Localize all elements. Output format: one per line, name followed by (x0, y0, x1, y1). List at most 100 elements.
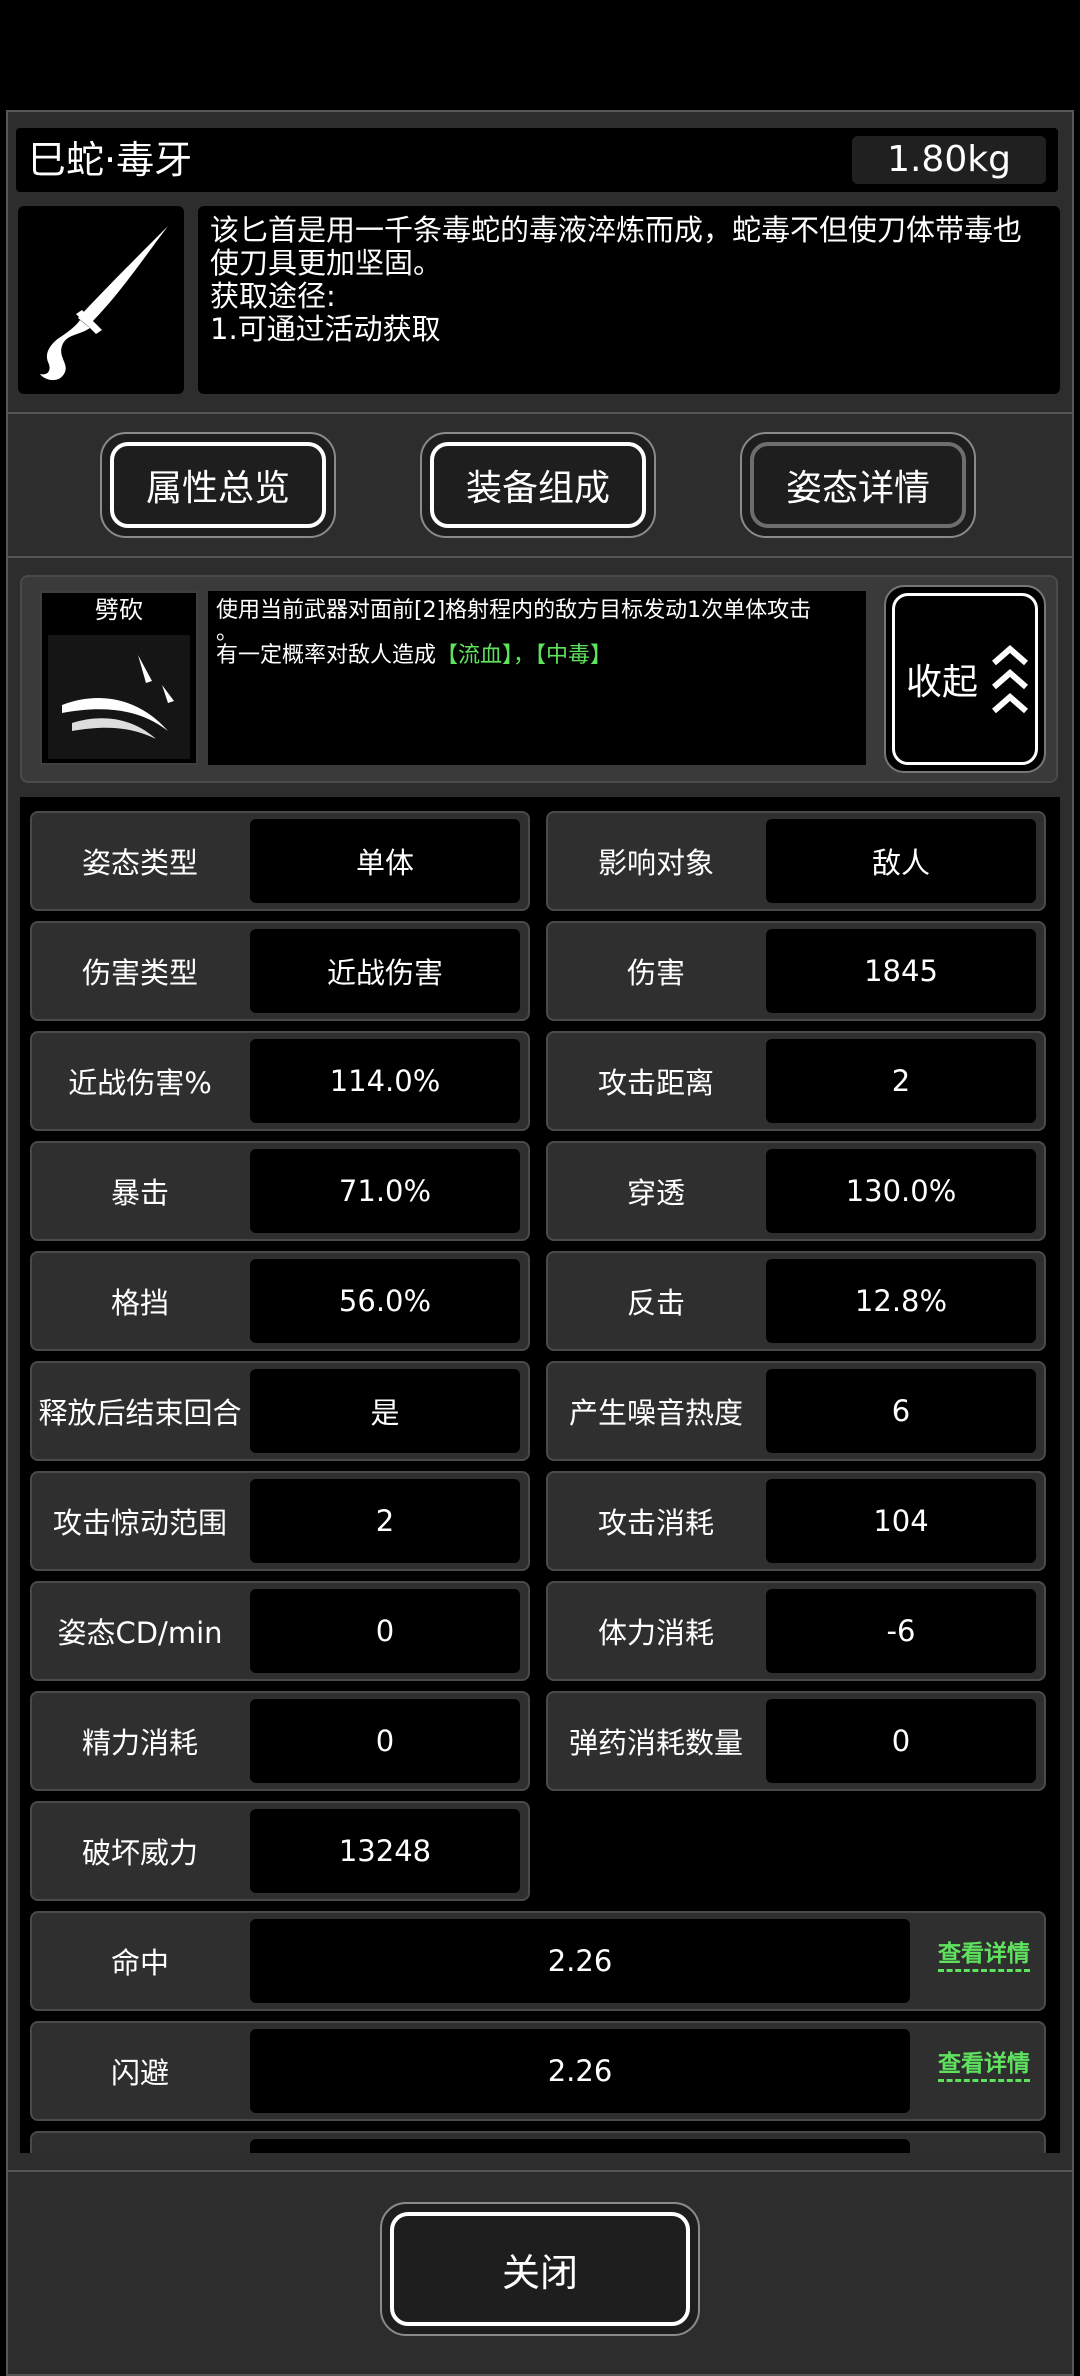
stat-label: 攻击惊动范围 (52, 1506, 227, 1540)
item-description-box: 该匕首是用一千条毒蛇的毒液淬炼而成，蛇毒不但使刀体带毒也使刀具更加坚固。 获取途… (198, 206, 1060, 394)
stat-label: 攻击消耗 (597, 1506, 714, 1540)
stat-value (250, 2139, 910, 2153)
stat-value: 2.26 (250, 1919, 910, 2003)
stat-value: 2 (250, 1479, 520, 1563)
tab-label: 姿态详情 (785, 468, 930, 509)
stat-cell: 破坏威力 13248 (30, 1801, 530, 1901)
stat-label: 精力消耗 (81, 1726, 198, 1760)
stat-label: 姿态类型 (81, 846, 198, 880)
stat-label: 产生噪音热度 (568, 1396, 743, 1430)
stat-label: 反击 (626, 1286, 685, 1320)
stat-value: 114.0% (250, 1039, 520, 1123)
divider (6, 412, 1074, 414)
dagger-icon (18, 206, 184, 394)
collapse-button[interactable]: 收起 (884, 585, 1046, 773)
chevron-up-icon (992, 645, 1028, 714)
view-details-link[interactable]: 查看详情 (938, 1939, 1030, 1972)
stat-value: 12.8% (766, 1259, 1036, 1343)
stat-label: 格挡 (110, 1286, 169, 1320)
stat-label: 影响对象 (597, 846, 714, 880)
stat-label: 闪避 (110, 2056, 169, 2090)
stat-value: 0 (250, 1699, 520, 1783)
stat-cell: 产生噪音热度 6 (546, 1361, 1046, 1461)
skill-desc-text: 有一定概率对敌人造成 (216, 643, 437, 668)
tab-stance-details[interactable]: 姿态详情 (740, 432, 976, 538)
item-description: 该匕首是用一千条毒蛇的毒液淬炼而成，蛇毒不但使刀体带毒也使刀具更加坚固。 (210, 213, 1023, 280)
stat-cell: 姿态CD/min 0 (30, 1581, 530, 1681)
stat-cell: 伤害类型 近战伤害 (30, 921, 530, 1021)
skill-name: 劈砍 (95, 596, 143, 624)
stat-value: 是 (250, 1369, 520, 1453)
stat-label: 体力消耗 (597, 1616, 714, 1650)
tab-label: 属性总览 (145, 468, 290, 509)
stat-cell: 精力消耗 0 (30, 1691, 530, 1791)
close-label: 关闭 (501, 2250, 578, 2295)
stat-value: 6 (766, 1369, 1036, 1453)
skill-card[interactable]: 劈砍 (40, 591, 198, 765)
stat-cell: 释放后结束回合是 (30, 1361, 530, 1461)
close-button[interactable]: 关闭 (380, 2202, 700, 2336)
stat-label: 暴击 (110, 1176, 169, 1210)
stat-cell: 姿态类型 单体 (30, 811, 530, 911)
skill-row: 劈砍 使用当前武器对面前[2]格射程内的敌方目标发动1次单体攻击 。 有一定概率… (20, 575, 1058, 783)
stat-cell: 暴击 71.0% (30, 1141, 530, 1241)
stat-cell: 攻击消耗 104 (546, 1471, 1046, 1571)
effect-separator: ， (513, 643, 536, 668)
stat-value: 敌人 (766, 819, 1036, 903)
skill-desc-line2: 有一定概率对敌人造成【流血】，【中毒】 (216, 642, 858, 669)
stat-value: -6 (766, 1589, 1036, 1673)
stat-label: 攻击距离 (597, 1066, 714, 1100)
view-details-link[interactable]: 查看详情 (938, 2049, 1030, 2082)
stat-value: 104 (766, 1479, 1036, 1563)
stat-value: 56.0% (250, 1259, 520, 1343)
stat-cell: 反击 12.8% (546, 1251, 1046, 1351)
stat-value: 0 (250, 1589, 520, 1673)
stat-label: 释放后结束回合 (38, 1396, 242, 1430)
stat-value: 2.26 (250, 2029, 910, 2113)
stat-label: 近战伤害% (68, 1066, 212, 1100)
stat-cell: 攻击惊动范围 2 (30, 1471, 530, 1571)
stat-cell: 伤害 1845 (546, 921, 1046, 1021)
stat-value: 1845 (766, 929, 1036, 1013)
stat-label: 弹药消耗数量 (568, 1726, 743, 1760)
stat-cell: 弹药消耗数量 0 (546, 1691, 1046, 1791)
stat-label: 姿态CD/min (57, 1616, 223, 1650)
skill-desc-line1: 使用当前武器对面前[2]格射程内的敌方目标发动1次单体攻击 (216, 598, 812, 623)
divider (6, 2170, 1074, 2172)
stat-label: 伤害类型 (81, 956, 198, 990)
title-bar: 巳蛇·毒牙 1.80kg (16, 128, 1058, 192)
source-line: 1.可通过活动获取 (210, 312, 441, 346)
stat-cell-partial (30, 2131, 1046, 2153)
source-title: 获取途径: (210, 279, 336, 313)
stat-cell-wide: 闪避 2.26 查看详情 (30, 2021, 1046, 2121)
stat-cell-wide: 命中 2.26 查看详情 (30, 1911, 1046, 2011)
stat-value: 71.0% (250, 1149, 520, 1233)
collapse-label: 收起 (906, 662, 979, 703)
stat-label: 破坏威力 (81, 1836, 198, 1870)
tab-attribute-overview[interactable]: 属性总览 (100, 432, 336, 538)
stat-value: 近战伤害 (250, 929, 520, 1013)
stat-value: 0 (766, 1699, 1036, 1783)
stat-cell: 体力消耗 -6 (546, 1581, 1046, 1681)
skill-description: 使用当前武器对面前[2]格射程内的敌方目标发动1次单体攻击 。 有一定概率对敌人… (208, 591, 866, 765)
stat-cell: 格挡 56.0% (30, 1251, 530, 1351)
stat-cell: 攻击距离 2 (546, 1031, 1046, 1131)
stat-cell: 近战伤害% 114.0% (30, 1031, 530, 1131)
divider (6, 556, 1074, 558)
tab-label: 装备组成 (465, 468, 610, 509)
effect-bleed: 【流血】 (436, 643, 514, 668)
stat-label: 命中 (110, 1946, 169, 1980)
stat-value: 130.0% (766, 1149, 1036, 1233)
tab-equipment-composition[interactable]: 装备组成 (420, 432, 656, 538)
stat-value: 2 (766, 1039, 1036, 1123)
stat-value: 单体 (250, 819, 520, 903)
stat-cell: 穿透 130.0% (546, 1141, 1046, 1241)
stat-label: 伤害 (626, 956, 685, 990)
stat-label: 穿透 (626, 1176, 685, 1210)
item-weight: 1.80kg (852, 136, 1046, 184)
stat-value: 13248 (250, 1809, 520, 1893)
skill-desc-line1-tail: 。 (216, 620, 239, 645)
item-name: 巳蛇·毒牙 (28, 138, 193, 182)
effect-poison: 【中毒】 (535, 643, 613, 668)
stats-list[interactable]: 姿态类型 单体伤害类型 近战伤害近战伤害% 114.0% 暴击 71.0% 格挡 56.0% 释… (20, 797, 1060, 2153)
